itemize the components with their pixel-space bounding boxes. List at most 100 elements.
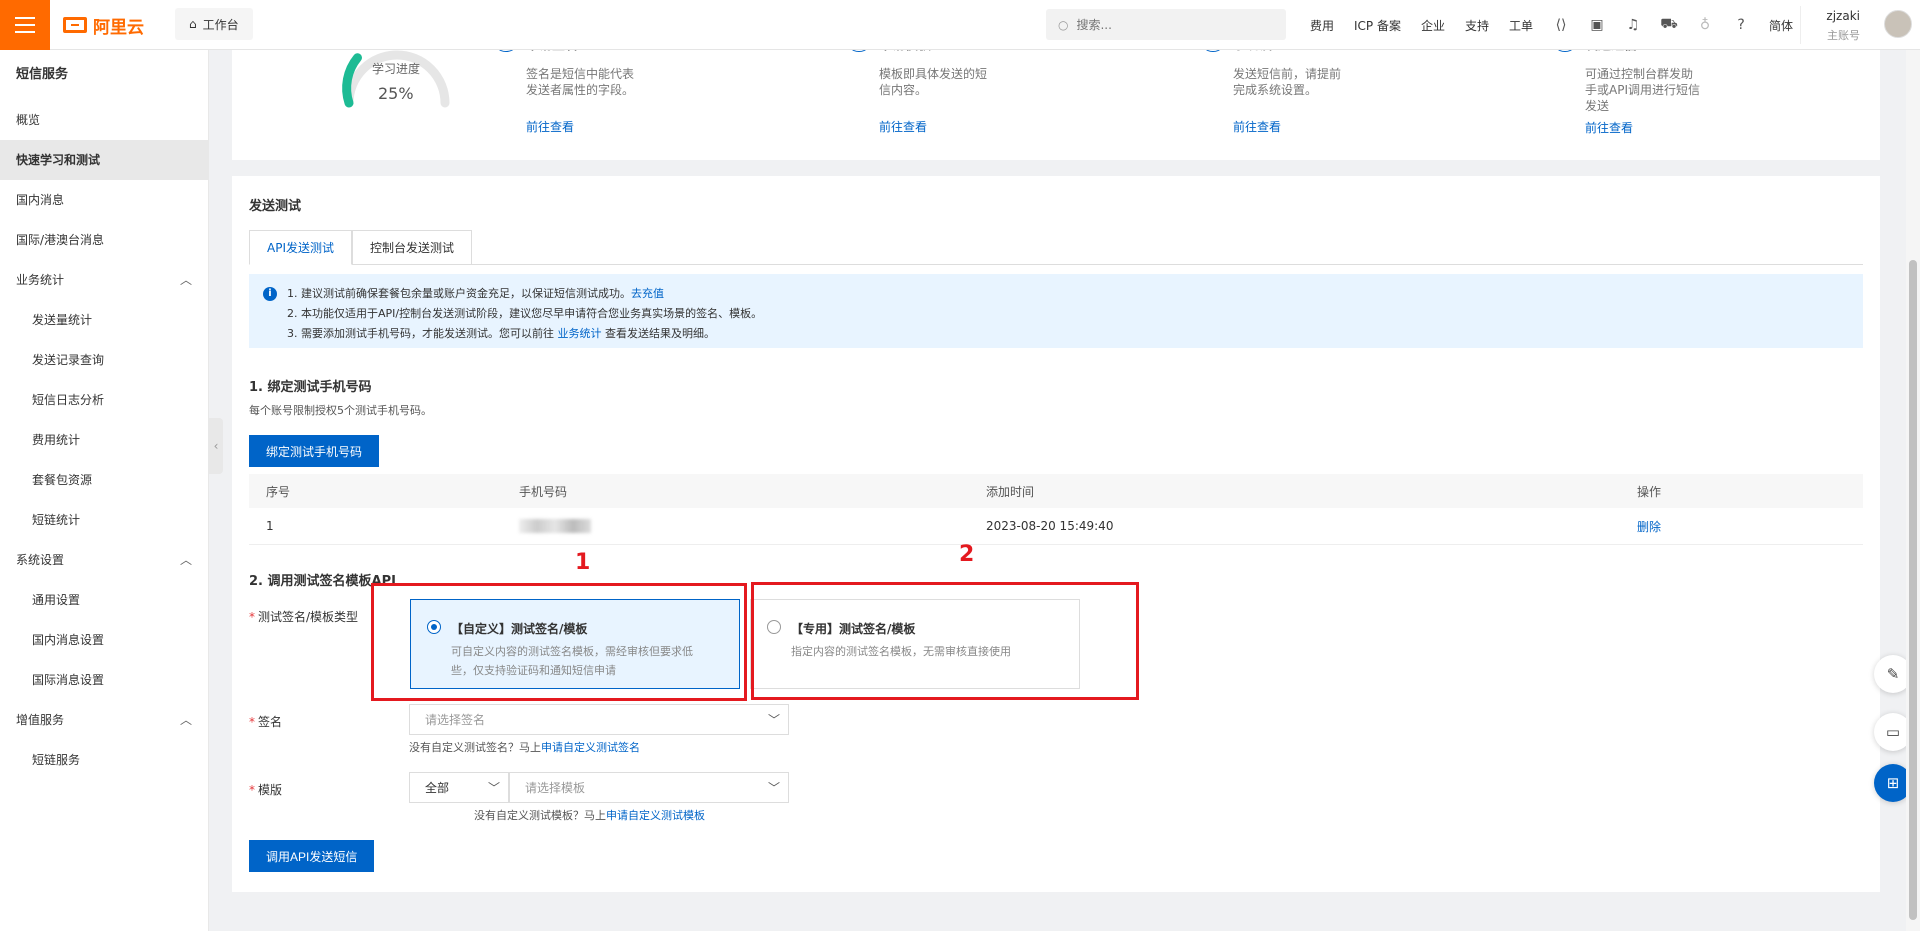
radio-custom[interactable] bbox=[427, 620, 441, 634]
progress-value: 25% bbox=[378, 84, 414, 103]
hamburger-menu-icon[interactable] bbox=[0, 0, 50, 50]
bind-phone-button[interactable]: 绑定测试手机号码 bbox=[249, 435, 380, 467]
code-icon[interactable]: ⟨⟩ bbox=[1543, 0, 1579, 50]
chevron-up-icon: ︿ bbox=[179, 553, 192, 567]
section-title: 发送测试 bbox=[249, 199, 302, 214]
template-select[interactable]: 请选择模板 ﹀ bbox=[509, 772, 789, 803]
send-api-sms-button[interactable]: 调用API发送短信 bbox=[249, 840, 375, 872]
nav-support[interactable]: 支持 bbox=[1465, 17, 1489, 34]
workbench-label: 工作台 bbox=[202, 17, 239, 32]
terminal-icon[interactable]: ▣ bbox=[1579, 0, 1615, 50]
sidebar-item-general-settings[interactable]: 通用设置 bbox=[0, 580, 208, 620]
sidebar-item-domestic-settings[interactable]: 国内消息设置 bbox=[0, 620, 208, 660]
sidebar-item-international-settings[interactable]: 国际消息设置 bbox=[0, 660, 208, 700]
step-link[interactable]: 前往查看 bbox=[879, 118, 927, 135]
step-link[interactable]: 前往查看 bbox=[1233, 118, 1281, 135]
header-time: 添加时间 bbox=[986, 484, 1035, 499]
sidebar-group-system-settings[interactable]: 系统设置 ︿ bbox=[0, 540, 208, 580]
option-desc: 可自定义内容的测试签名模板，需经审核但要求低 些，仅支持验证码和通知短信申请 bbox=[451, 642, 693, 680]
aliyun-logo[interactable]: 阿里云 bbox=[63, 13, 144, 38]
nav-ticket[interactable]: 工单 bbox=[1509, 17, 1533, 34]
nav-icp[interactable]: ICP 备案 bbox=[1354, 17, 1401, 34]
sidebar-item-log-analysis[interactable]: 短信日志分析 bbox=[0, 380, 208, 420]
logo-text: 阿里云 bbox=[93, 17, 144, 38]
sidebar-item-shortlink-service[interactable]: 短链服务 bbox=[0, 740, 208, 780]
api-section-title: 2. 调用测试签名模板API bbox=[249, 574, 396, 589]
sign-help: 没有自定义测试签名？马上申请自定义测试签名 bbox=[409, 739, 640, 755]
sign-label: * 签名 bbox=[249, 713, 282, 730]
tab-api-test[interactable]: API发送测试 bbox=[249, 230, 352, 265]
language-switch[interactable]: 简体 bbox=[1769, 17, 1793, 34]
header-action: 操作 bbox=[1637, 484, 1662, 499]
sidebar-item-send-volume[interactable]: 发送量统计 bbox=[0, 300, 208, 340]
sidebar-item-packages[interactable]: 套餐包资源 bbox=[0, 460, 208, 500]
scrollbar[interactable] bbox=[1906, 50, 1920, 931]
search-input[interactable] bbox=[1076, 17, 1257, 32]
template-help: 没有自定义测试模板？马上申请自定义测试模板 bbox=[474, 807, 705, 823]
table-row: 1 2023-08-20 15:49:40 删除 bbox=[249, 508, 1863, 545]
template-filter-select[interactable]: 全部 ﹀ bbox=[409, 772, 509, 803]
step-link[interactable]: 前往查看 bbox=[526, 118, 574, 135]
required-mark: * bbox=[249, 715, 255, 729]
bell-icon[interactable]: ♫ bbox=[1615, 0, 1651, 50]
template-help-text: 没有自定义测试模板？马上 bbox=[474, 809, 606, 822]
bind-phone-title: 1. 绑定测试手机号码 bbox=[249, 380, 372, 395]
notice-text: 查看发送结果及明细。 bbox=[601, 327, 715, 340]
top-bar: 阿里云 ⌂ 工作台 ○ 费用 ICP 备案 企业 支持 工单 ⟨⟩ ▣ ♫ ⛟ … bbox=[0, 0, 1920, 50]
radio-dedicated[interactable] bbox=[767, 620, 781, 634]
tab-bar: API发送测试 控制台发送测试 bbox=[249, 230, 473, 265]
header-phone: 手机号码 bbox=[519, 484, 568, 499]
notice-line-3: 3. 需要添加测试手机号码，才能发送测试。您可以前往 业务统计 查看发送结果及明… bbox=[287, 324, 1863, 344]
step-desc-line: 信内容。 bbox=[879, 83, 928, 97]
sidebar-item-quick-start[interactable]: 快速学习和测试 bbox=[0, 140, 208, 180]
sidebar-group-value-added[interactable]: 增值服务 ︿ bbox=[0, 700, 208, 740]
sidebar-item-overview[interactable]: 概览 bbox=[0, 100, 208, 140]
step-link[interactable]: 前往查看 bbox=[1585, 119, 1633, 136]
progress-gauge bbox=[342, 50, 450, 108]
sign-select[interactable]: 请选择签名 ﹀ bbox=[409, 704, 789, 735]
scrollbar-thumb[interactable] bbox=[1909, 260, 1917, 920]
user-role: 主账号 bbox=[1827, 29, 1860, 42]
tab-divider bbox=[249, 264, 1863, 265]
step-desc-line: 可通过控制台群发助 bbox=[1585, 67, 1694, 81]
sidebar-group-label: 业务统计 bbox=[16, 273, 65, 287]
send-test-card: 发送测试 API发送测试 控制台发送测试 i 1. 建议测试前确保套餐包余量或账… bbox=[232, 176, 1880, 892]
type-label: * 测试签名/模板类型 bbox=[249, 608, 358, 625]
help-icon[interactable]: ? bbox=[1723, 0, 1759, 50]
user-menu[interactable]: zjzaki 主账号 bbox=[1800, 6, 1920, 44]
workbench-button[interactable]: ⌂ 工作台 bbox=[175, 8, 253, 40]
apply-custom-template-link[interactable]: 申请自定义测试模板 bbox=[606, 809, 705, 822]
required-mark: * bbox=[249, 783, 255, 797]
business-stats-link[interactable]: 业务统计 bbox=[558, 327, 602, 340]
delete-link[interactable]: 删除 bbox=[1637, 518, 1661, 535]
notice-text: 3. 需要添加测试手机号码，才能发送测试。您可以前往 bbox=[287, 327, 558, 340]
sidebar-item-send-records[interactable]: 发送记录查询 bbox=[0, 340, 208, 380]
sidebar-group-label: 增值服务 bbox=[16, 713, 65, 727]
option-dedicated-template[interactable]: 【专用】测试签名/模板 指定内容的测试签名模板，无需审核直接使用 bbox=[750, 599, 1080, 689]
option-custom-template[interactable]: 【自定义】测试签名/模板 可自定义内容的测试签名模板，需经审核但要求低 些，仅支持… bbox=[410, 599, 740, 689]
sidebar-item-shortlink-stats[interactable]: 短链统计 bbox=[0, 500, 208, 540]
header-index: 序号 bbox=[266, 484, 291, 499]
option-desc-line: 可自定义内容的测试签名模板，需经审核但要求低 bbox=[451, 645, 693, 658]
nav-fee[interactable]: 费用 bbox=[1310, 17, 1334, 34]
nav-enterprise[interactable]: 企业 bbox=[1421, 17, 1445, 34]
apply-custom-sign-link[interactable]: 申请自定义测试签名 bbox=[541, 741, 640, 754]
sidebar-collapse-handle[interactable]: ‹ bbox=[209, 418, 223, 474]
cart-icon[interactable]: ⛟ bbox=[1651, 0, 1687, 50]
tab-console-test[interactable]: 控制台发送测试 bbox=[352, 230, 473, 265]
option-title: 【专用】测试签名/模板 bbox=[791, 622, 916, 636]
sidebar-group-business-stats[interactable]: 业务统计 ︿ bbox=[0, 260, 208, 300]
sidebar-item-domestic[interactable]: 国内消息 bbox=[0, 180, 208, 220]
lightbulb-icon[interactable]: ♁ bbox=[1687, 0, 1723, 50]
row-index: 1 bbox=[266, 519, 274, 533]
step-desc: 模板即具体发送的短 信内容。 bbox=[879, 66, 999, 98]
search-box[interactable]: ○ bbox=[1046, 9, 1286, 40]
recharge-link[interactable]: 去充值 bbox=[631, 287, 664, 300]
row-phone-blurred bbox=[519, 519, 591, 536]
test-phone-table: 序号 手机号码 添加时间 操作 1 2023-08-20 15:49:40 删除 bbox=[249, 474, 1863, 545]
sidebar-item-international[interactable]: 国际/港澳台消息 bbox=[0, 220, 208, 260]
sidebar-item-cost-stats[interactable]: 费用统计 bbox=[0, 420, 208, 460]
info-icon: i bbox=[263, 287, 277, 301]
avatar[interactable] bbox=[1884, 10, 1912, 38]
step-desc: 可通过控制台群发助 手或API调用进行短信 发送 bbox=[1585, 66, 1705, 114]
